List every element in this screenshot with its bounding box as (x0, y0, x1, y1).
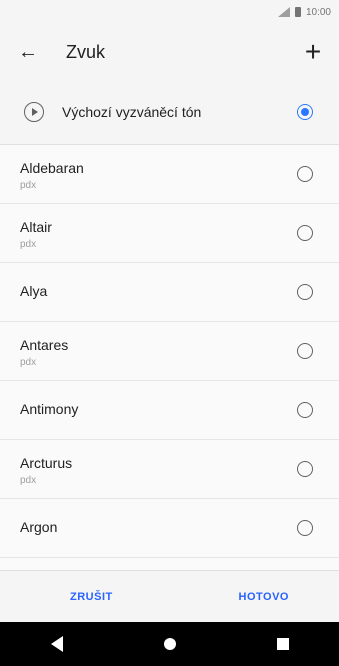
signal-icon (277, 7, 290, 17)
list-item[interactable]: Aldebaran pdx (0, 145, 339, 204)
ringtone-name: Antares (20, 337, 69, 353)
clock: 10:00 (305, 6, 331, 18)
ringtone-name: Alya (20, 283, 48, 299)
radio-icon[interactable] (297, 402, 313, 418)
list-item[interactable]: Altair pdx (0, 204, 339, 263)
radio-icon[interactable] (297, 284, 313, 300)
nav-recents-icon[interactable] (263, 629, 303, 659)
default-ringtone-label: Výchozí vyzváněcí tón (62, 104, 202, 120)
cancel-button[interactable]: ZRUŠIT (70, 591, 113, 603)
nav-back-icon[interactable] (37, 629, 77, 659)
ringtone-name: Antimony (20, 401, 79, 417)
ringtone-source: pdx (20, 239, 37, 250)
ringtone-source: pdx (20, 180, 37, 191)
plus-icon[interactable]: + (293, 32, 333, 72)
ringtone-list[interactable]: Výchozí vyzváněcí tón Aldebaran pdx Alta… (0, 80, 339, 570)
system-nav-bar (0, 622, 339, 666)
list-item[interactable]: Arcturus pdx (0, 440, 339, 499)
done-button[interactable]: HOTOVO (239, 591, 289, 603)
ringtone-name: Altair (20, 219, 52, 235)
list-item-partial (0, 558, 339, 570)
ringtone-source: pdx (20, 357, 37, 368)
radio-icon[interactable] (297, 461, 313, 477)
radio-icon[interactable] (297, 166, 313, 182)
list-item[interactable]: Antares pdx (0, 322, 339, 381)
battery-icon (294, 7, 301, 17)
status-bar: 10:00 (0, 0, 339, 24)
list-item[interactable]: Antimony (0, 381, 339, 440)
radio-icon[interactable] (297, 343, 313, 359)
nav-home-icon[interactable] (150, 629, 190, 659)
ringtone-source: pdx (20, 475, 37, 486)
status-icons: 10:00 (277, 5, 331, 19)
radio-icon[interactable] (297, 225, 313, 241)
page-title: Zvuk (66, 41, 106, 62)
play-icon[interactable] (24, 102, 44, 122)
list-item[interactable]: Alya (0, 263, 339, 322)
app-bar: ← Zvuk + (0, 24, 339, 80)
arrow-back-icon[interactable]: ← (8, 32, 48, 72)
ringtone-name: Aldebaran (20, 160, 84, 176)
ringtone-name: Arcturus (20, 455, 73, 471)
radio-icon[interactable] (297, 520, 313, 536)
default-ringtone-row[interactable]: Výchozí vyzváněcí tón (0, 80, 339, 145)
radio-selected-icon[interactable] (297, 104, 313, 120)
list-item[interactable]: Argon (0, 499, 339, 558)
dialog-actions: ZRUŠIT HOTOVO (0, 570, 339, 623)
ringtone-name: Argon (20, 519, 58, 535)
